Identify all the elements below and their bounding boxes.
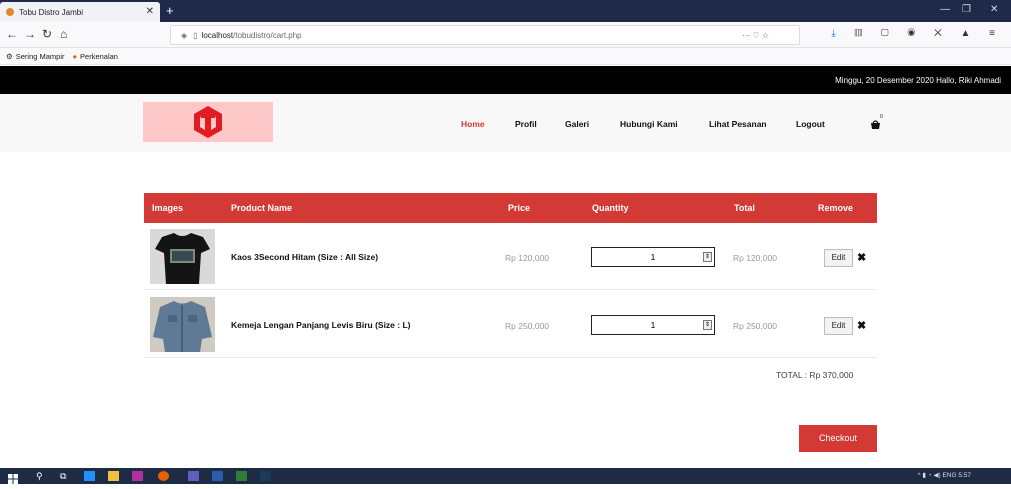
tab-title: Tobu Distro Jambi <box>19 7 84 17</box>
start-icon[interactable] <box>8 471 19 484</box>
quantity-value: 1 <box>650 320 656 330</box>
logo-icon <box>194 106 222 138</box>
app-icon[interactable] <box>132 471 143 481</box>
nav-lihat-pesanan[interactable]: Lihat Pesanan <box>709 119 767 129</box>
product-name: Kemeja Lengan Panjang Levis Biru (Size :… <box>231 320 411 330</box>
edit-button[interactable]: Edit <box>824 317 853 335</box>
windows-taskbar: ⚲ ⧉ ^ ▮ ◔ ◀) ENG 5:57 <box>0 468 1011 484</box>
table-row: Kemeja Lengan Panjang Levis Biru (Size :… <box>144 291 877 358</box>
quantity-value: 1 <box>650 252 656 262</box>
firefox-taskbar-icon[interactable] <box>158 471 169 481</box>
bookmark-label: Perkenalan <box>80 51 118 61</box>
gear-icon: ⚙ <box>6 51 13 61</box>
language-indicator: ENG <box>942 472 957 479</box>
shield-icon: ◈ <box>181 30 188 40</box>
nav-galeri[interactable]: Galeri <box>565 119 589 129</box>
edge-icon[interactable] <box>84 471 95 481</box>
nav-profil[interactable]: Profil <box>515 119 537 129</box>
grand-total: TOTAL : Rp 370,000 <box>776 370 854 380</box>
minimize-icon[interactable]: — <box>940 4 950 15</box>
cart-count: 0 <box>880 114 883 120</box>
browser-navbar: ← → ↻ ⌂ ◈ ▯ localhost/tobudistro/cart.ph… <box>0 22 1011 48</box>
col-remove: Remove <box>818 203 854 213</box>
quantity-stepper[interactable]: 1 ⇕ <box>591 315 715 335</box>
remove-icon[interactable]: ✖ <box>857 251 866 264</box>
photoshop-icon[interactable] <box>260 471 271 481</box>
spinner-arrows-icon[interactable]: ⇕ <box>703 320 712 330</box>
nav-home[interactable]: Home <box>461 119 485 129</box>
word-icon[interactable] <box>212 471 223 481</box>
product-image <box>150 297 215 352</box>
search-icon[interactable]: ⚲ <box>36 471 47 481</box>
row-total: Rp 120,000 <box>733 253 777 263</box>
edit-button[interactable]: Edit <box>824 249 853 267</box>
browser-tab[interactable]: Tobu Distro Jambi ✕ <box>0 2 160 22</box>
back-icon[interactable]: ← <box>6 27 18 41</box>
site-logo[interactable] <box>143 102 273 142</box>
col-quantity: Quantity <box>592 203 629 213</box>
cart-table-header: Images Product Name Price Quantity Total… <box>144 193 877 223</box>
task-view-icon[interactable]: ⧉ <box>60 471 71 481</box>
reload-icon[interactable]: ↻ <box>42 27 52 41</box>
url-bar[interactable]: ◈ ▯ localhost/tobudistro/cart.php ··· ♡ … <box>170 25 800 45</box>
col-product-name: Product Name <box>231 203 293 213</box>
cart-icon[interactable]: 0 <box>870 114 883 134</box>
toolbar-icons[interactable]: ⤓ ▥ ▢ ◉ ✕ ▲ ≡ <box>831 28 1003 39</box>
remove-icon[interactable]: ✖ <box>857 319 866 332</box>
nav-hubungi-kami[interactable]: Hubungi Kami <box>620 119 678 129</box>
nav-logout[interactable]: Logout <box>796 119 825 129</box>
browser-titlebar: Tobu Distro Jambi ✕ + — ❐ ✕ <box>0 0 1011 22</box>
clock: 5:57 <box>958 472 971 479</box>
date-greeting: Minggu, 20 Desember 2020 Hallo, Riki Ahm… <box>835 76 1001 85</box>
url-host: localhost <box>201 30 234 40</box>
new-tab-icon[interactable]: + <box>166 3 174 18</box>
forward-icon[interactable]: → <box>24 27 36 41</box>
home-icon[interactable]: ⌂ <box>60 27 67 41</box>
col-total: Total <box>734 203 755 213</box>
product-name: Kaos 3Second Hitam (Size : All Size) <box>231 252 379 262</box>
product-image <box>150 229 215 284</box>
tray-arrows-icon: ^ ▮ ◔ ◀) <box>917 472 941 479</box>
bookmark-label: Sering Mampir <box>15 51 65 61</box>
table-row: Kaos 3Second Hitam (Size : All Size) Rp … <box>144 223 877 290</box>
site-top-strip: Minggu, 20 Desember 2020 Hallo, Riki Ahm… <box>0 66 1011 94</box>
bookmark-perkenalan[interactable]: ● Perkenalan <box>73 52 118 61</box>
dreamweaver-icon[interactable] <box>236 471 247 481</box>
row-total: Rp 250,000 <box>733 321 777 331</box>
site-header: Home Profil Galeri Hubungi Kami Lihat Pe… <box>0 94 1011 152</box>
shopping-bag-icon <box>871 120 880 129</box>
bookmarks-bar: ⚙ Sering Mampir ● Perkenalan <box>0 48 1011 65</box>
close-tab-icon[interactable]: ✕ <box>146 6 154 17</box>
file-explorer-icon[interactable] <box>108 471 119 481</box>
app-icon[interactable] <box>188 471 199 481</box>
product-price: Rp 250,000 <box>505 321 549 331</box>
quantity-stepper[interactable]: 1 ⇕ <box>591 247 715 267</box>
checkout-button[interactable]: Checkout <box>799 425 877 452</box>
close-window-icon[interactable]: ✕ <box>990 4 998 15</box>
bookmark-sering-mampir[interactable]: ⚙ Sering Mampir <box>6 52 65 61</box>
col-price: Price <box>508 203 531 213</box>
page-icon: ▯ <box>193 30 198 40</box>
firefox-icon: ● <box>72 51 78 61</box>
spinner-arrows-icon[interactable]: ⇕ <box>703 252 712 262</box>
page-actions-icon[interactable]: ··· ♡ ☆ <box>742 31 769 40</box>
restore-icon[interactable]: ❐ <box>962 4 971 15</box>
url-path: /tobudistro/cart.php <box>233 30 302 40</box>
product-price: Rp 120,000 <box>505 253 549 263</box>
site-favicon-icon <box>6 8 14 16</box>
system-tray[interactable]: ^ ▮ ◔ ◀) ENG 5:57 <box>917 471 971 479</box>
col-images: Images <box>152 203 184 213</box>
